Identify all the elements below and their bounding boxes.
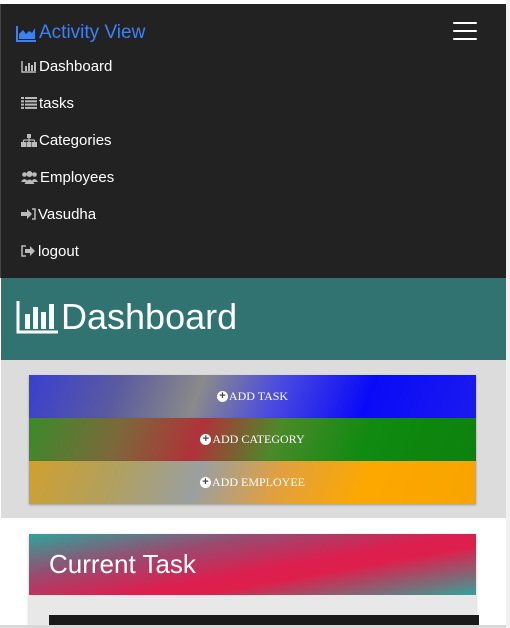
add-category-label: ADD CATEGORY [212,432,305,446]
page-header: Dashboard [1,278,506,360]
nav-label: tasks [39,94,75,112]
scrollbar[interactable] [506,0,510,628]
nav-label: logout [38,242,79,260]
nav-label: Vasudha [38,205,97,223]
nav-item-categories[interactable]: Categories [21,127,112,153]
add-task-label: ADD TASK [228,389,289,403]
add-employee-button[interactable]: + ADD EMPLOYEE [29,461,476,504]
plus-circle-icon: + [200,477,211,488]
area-chart-icon [16,25,37,42]
page-title-text: Dashboard [61,296,238,337]
brand-link[interactable]: Activity View [16,18,145,48]
sign-out-icon [21,245,36,257]
nav-label: Dashboard [39,57,113,75]
current-task-card: Current Task [29,534,479,628]
nav-item-dashboard[interactable]: Dashboard [21,53,112,79]
add-task-button[interactable]: + ADD TASK [29,375,476,418]
sitemap-icon [21,133,37,147]
add-employee-label: ADD EMPLOYEE [212,475,305,489]
menu-toggle-button[interactable] [453,20,479,42]
page-title: Dashboard [16,296,237,338]
bar-chart-icon [21,60,37,73]
brand-label: Activity View [39,22,146,43]
list-icon [21,97,37,109]
sign-in-icon [21,208,36,220]
add-category-button[interactable]: + ADD CATEGORY [29,418,476,461]
navbar: Activity View Dashboard tasks Categories… [0,4,507,278]
plus-circle-icon: + [200,434,212,445]
nav-item-user[interactable]: Vasudha [21,201,96,227]
nav-label: Employees [40,168,115,186]
nav-item-employees[interactable]: Employees [21,164,114,190]
nav-item-tasks[interactable]: tasks [21,90,74,116]
nav-item-logout[interactable]: logout [21,238,79,264]
current-task-title: Current Task [49,549,196,579]
current-task-header: Current Task [29,534,476,595]
plus-circle-icon: + [216,391,228,402]
users-icon [21,170,38,184]
bar-chart-icon [16,300,59,334]
nav-label: Categories [39,131,112,149]
